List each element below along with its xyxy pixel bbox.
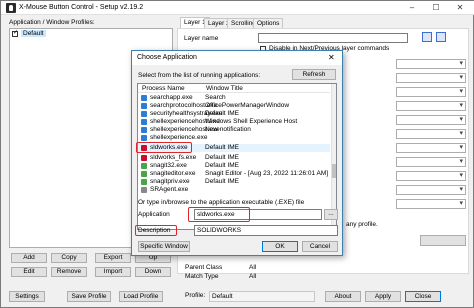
dialog-close-icon[interactable]: ✕ [328,53,335,62]
add-button[interactable]: Add [11,253,47,263]
list-item[interactable]: searchprotocolhost.exe OfficePowerManager… [138,102,330,110]
button-action-combo-7[interactable] [396,143,466,153]
profiles-header: Application / Window Profiles: [9,19,95,26]
dialog-title: Choose Application [137,54,197,61]
snagit-icon [141,163,147,169]
button-action-combo-6[interactable] [396,129,466,139]
process-icon [141,135,147,141]
list-item[interactable]: snagit32.exe Default IME [138,162,330,170]
highlight-box-process [136,142,192,153]
button-action-combo-8[interactable] [396,157,466,167]
button-action-combo-5[interactable] [396,115,466,125]
minimize-button[interactable]: – [401,1,423,15]
list-item[interactable]: shellexperiencehost.exe Windows Shell Exp… [138,118,330,126]
process-icon [141,119,147,125]
save-profile-button[interactable]: Save Profile [67,291,111,302]
match-type-label: Match Type [185,273,219,280]
layer-extra-button[interactable] [420,235,466,246]
layer-name-input[interactable] [258,33,408,43]
settings-button[interactable]: Settings [9,291,45,302]
button-action-combo-11[interactable] [396,199,466,209]
button-action-combo-1[interactable] [396,59,466,69]
maximize-button[interactable]: ☐ [425,1,447,15]
dialog-instruction: Select from the list of running applicat… [138,72,261,79]
list-item[interactable]: snagitpriv.exe Default IME [138,178,330,186]
snagit-icon [141,171,147,177]
close-button[interactable]: Close [405,291,441,302]
scrollbar-thumb[interactable] [332,164,336,178]
list-item[interactable]: searchapp.exe Search [138,94,330,102]
browse-button[interactable]: ... [324,209,338,220]
remove-button[interactable]: Remove [51,267,87,277]
down-button[interactable]: Down [135,267,171,277]
mouse-app-icon [6,3,16,13]
window-title: X-Mouse Button Control - Setup v2.19.2 [19,4,144,11]
list-item[interactable]: snagiteditor.exe Snagit Editor - [Aug 23,… [138,170,330,178]
layer-copy-icon[interactable] [422,32,432,42]
browse-instruction: Or type in/browse to the application exe… [138,199,305,206]
button-action-combo-4[interactable] [396,101,466,111]
process-icon [141,103,147,109]
match-type-value: All [249,273,257,280]
cancel-button[interactable]: Cancel [302,241,338,252]
parent-class-value: All [249,264,257,271]
column-process-name[interactable]: Process Name [142,85,185,92]
list-item[interactable]: securityhealthsystray.exe Default IME [138,110,330,118]
list-item[interactable]: sldworks_fs.exe Default IME [138,154,330,162]
edit-button[interactable]: Edit [11,267,47,277]
process-icon [141,95,147,101]
parent-class-label: Parent Class [185,264,223,271]
profile-value: Default [209,291,315,302]
button-action-combo-2[interactable] [396,73,466,83]
specific-window-button[interactable]: Specific Window [138,241,190,252]
choose-application-dialog: Choose Application ✕ Select from the lis… [131,50,343,256]
close-window-button[interactable]: ✕ [449,1,471,15]
about-button[interactable]: About [325,291,361,302]
process-list-scrollbar[interactable] [331,84,336,229]
list-item[interactable]: shellexperiencehost.exe New notification [138,126,330,134]
copy-button[interactable]: Copy [51,253,87,263]
button-action-combo-10[interactable] [396,185,466,195]
apply-button[interactable]: Apply [365,291,401,302]
description-label: Description [138,227,171,234]
shield-icon [141,111,147,117]
snagit-icon [141,179,147,185]
profile-label: Profile: [185,292,206,299]
check-mark-icon: ✓ [13,30,19,36]
export-button[interactable]: Export [95,253,131,263]
layer-paste-icon[interactable] [436,32,446,42]
application-label: Application [138,211,170,218]
process-icon [141,127,147,133]
description-input[interactable]: SOLIDWORKS [194,225,338,236]
button-action-combo-3[interactable] [396,87,466,97]
dialog-title-bar: Choose Application ✕ [132,51,342,65]
layer-name-label: Layer name [184,35,219,42]
process-icon [141,187,147,193]
ok-button[interactable]: OK [262,241,298,252]
list-item[interactable]: shellexperience.exe [138,134,330,142]
list-item[interactable]: SRAgent.exe [138,186,330,194]
any-profile-text: any profile. [346,221,378,228]
highlight-box-application [188,207,250,222]
button-action-combo-9[interactable] [396,171,466,181]
process-list-header: Process Name Window Title [138,84,330,93]
title-bar: X-Mouse Button Control - Setup v2.19.2 –… [1,1,474,15]
import-button[interactable]: Import [95,267,131,277]
column-window-title[interactable]: Window Title [206,85,243,92]
refresh-button[interactable]: Refresh [292,69,336,80]
profile-item-default[interactable]: Default [21,30,46,37]
tab-options[interactable]: Options [253,18,284,28]
solidworks-icon [141,155,147,161]
profile-checkbox[interactable]: ✓ [12,30,19,37]
load-profile-button[interactable]: Load Profile [119,291,163,302]
